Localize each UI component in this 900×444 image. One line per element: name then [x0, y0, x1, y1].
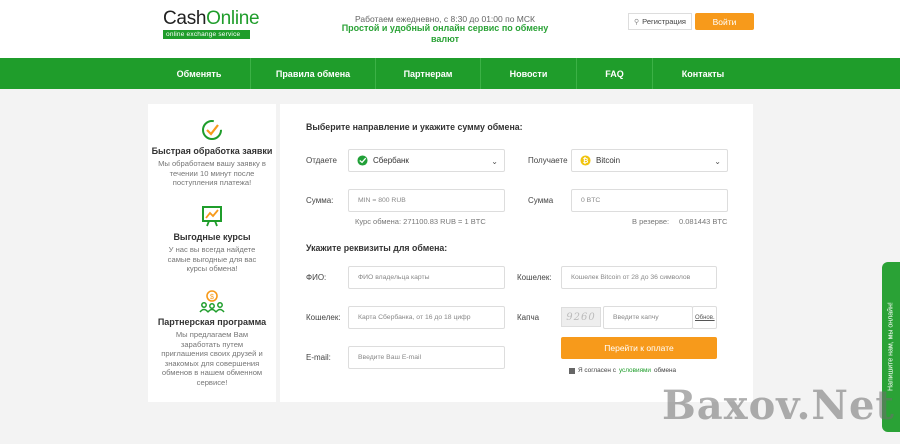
register-button[interactable]: ⚲ Регистрация: [628, 13, 692, 30]
captcha-image: 9260: [561, 307, 601, 327]
get-currency-value: Bitcoin: [596, 156, 621, 165]
feature-title: Выгодные курсы: [173, 232, 251, 242]
sberbank-icon: [357, 155, 368, 166]
check-timer-icon: [202, 120, 222, 140]
partners-icon: $: [199, 290, 225, 313]
terms-checkbox[interactable]: [569, 367, 575, 374]
features-sidebar: Быстрая обработка заявки Мы обработаем в…: [148, 104, 276, 402]
header: CashOnline online exchange service Работ…: [0, 0, 900, 58]
watermark: Baxov.Net: [662, 382, 895, 429]
terms-agreement: Я согласен с условиями обмена: [569, 367, 676, 374]
exchange-heading: Выберите направление и укажите сумму обм…: [306, 122, 523, 132]
logo-main: Cash: [163, 8, 207, 29]
feature-text: Мы обработаем вашу заявку в течении 10 м…: [158, 159, 266, 187]
sum-get-label: Сумма: [528, 196, 554, 205]
sum-get-input[interactable]: 0 BTC: [571, 189, 728, 212]
captcha-label: Капча: [517, 313, 540, 322]
agree-prefix: Я согласен с: [578, 367, 616, 374]
get-currency-select[interactable]: ₿ Bitcoin ⌄: [571, 149, 728, 172]
register-label: Регистрация: [642, 17, 686, 26]
wallet-btc-label: Кошелек:: [517, 273, 552, 282]
terms-link[interactable]: условиями: [619, 367, 651, 374]
wallet-card-label: Кошелек:: [306, 313, 341, 322]
fio-label: ФИО:: [306, 273, 327, 282]
login-button[interactable]: Войти: [695, 13, 754, 30]
chevron-down-icon: ⌄: [491, 157, 498, 166]
pay-button[interactable]: Перейти к оплате: [561, 337, 717, 359]
svg-text:$: $: [210, 294, 214, 301]
email-input[interactable]: Введите Ваш E-mail: [348, 346, 505, 369]
feature-title: Партнерская программа: [157, 317, 267, 327]
fio-input[interactable]: ФИО владельца карты: [348, 266, 505, 289]
reserve-label: В резерве:: [632, 217, 670, 226]
user-icon: ⚲: [634, 18, 640, 26]
give-currency-select[interactable]: Сбербанк ⌄: [348, 149, 505, 172]
agree-suffix: обмена: [654, 367, 677, 374]
captcha-input[interactable]: Введите капчу: [603, 306, 693, 329]
wallet-btc-input[interactable]: Кошелек Bitcoin от 28 до 36 символов: [561, 266, 717, 289]
feature-text: Мы предлагаем Вам заработать путем пригл…: [161, 330, 263, 387]
tagline: Простой и удобный онлайн сервис по обмен…: [341, 23, 549, 44]
main-nav: Обменять Правила обмена Партнерам Новост…: [0, 58, 900, 89]
nav-item-news[interactable]: Новости: [481, 58, 577, 89]
sum-give-label: Сумма:: [306, 196, 334, 205]
get-label: Получаете: [528, 156, 568, 165]
logo[interactable]: CashOnline online exchange service: [163, 8, 260, 39]
feature-fast-processing: Быстрая обработка заявки Мы обработаем в…: [148, 118, 276, 188]
exchange-rate: Курс обмена: 271100.83 RUB = 1 BTC: [355, 217, 486, 226]
chart-board-icon: [202, 206, 222, 227]
email-label: E-mail:: [306, 353, 331, 362]
feature-text: У нас вы всегда найдете самые выгодные д…: [167, 245, 257, 273]
bitcoin-icon: ₿: [580, 155, 591, 166]
nav-item-exchange[interactable]: Обменять: [148, 58, 251, 89]
wallet-card-input[interactable]: Карта Сбербанка, от 16 до 18 цифр: [348, 306, 505, 329]
sum-give-input[interactable]: MIN = 800 RUB: [348, 189, 505, 212]
captcha-refresh-link[interactable]: Обнов.: [692, 306, 717, 329]
give-label: Отдаете: [306, 156, 337, 165]
nav-item-contacts[interactable]: Контакты: [653, 58, 753, 89]
feature-good-rates: Выгодные курсы У нас вы всегда найдете с…: [148, 204, 276, 274]
nav-item-partners[interactable]: Партнерам: [376, 58, 481, 89]
nav-item-rules[interactable]: Правила обмена: [251, 58, 376, 89]
svg-text:₿: ₿: [583, 157, 589, 165]
give-currency-value: Сбербанк: [373, 156, 409, 165]
logo-accent: Online: [206, 8, 260, 29]
details-heading: Укажите реквизиты для обмена:: [306, 243, 448, 253]
logo-subtitle: online exchange service: [163, 30, 250, 39]
reserve-value: 0.081443 BTC: [679, 217, 728, 226]
feature-title: Быстрая обработка заявки: [151, 146, 273, 156]
exchange-form: Выберите направление и укажите сумму обм…: [280, 104, 753, 402]
feature-partner-program: $ Партнерская программа Мы предлагаем Ва…: [148, 289, 276, 387]
chevron-down-icon: ⌄: [714, 157, 721, 166]
nav-item-faq[interactable]: FAQ: [577, 58, 653, 89]
